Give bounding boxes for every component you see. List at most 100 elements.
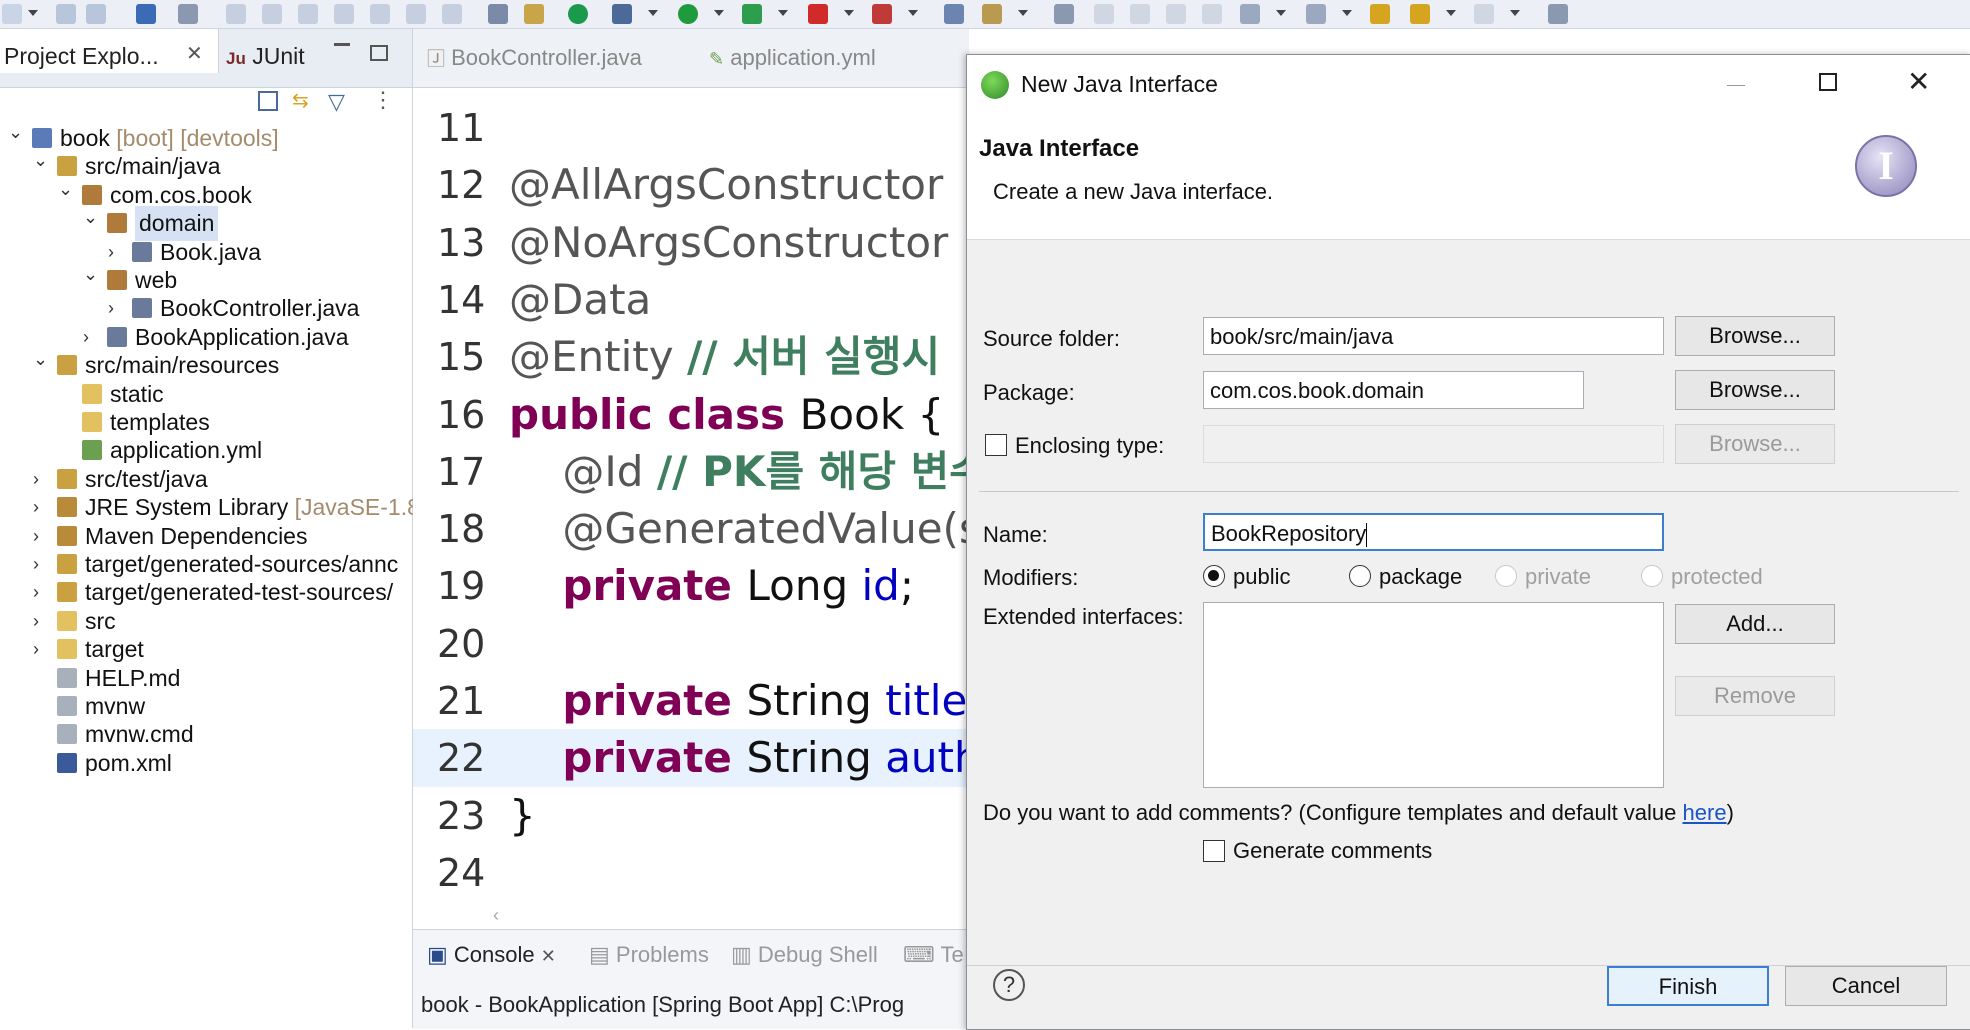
next-annotation-dropdown-icon[interactable]: [1276, 10, 1286, 16]
comments-question-close: ): [1726, 800, 1734, 825]
editor-tab-bookcontroller[interactable]: 🄹 BookController.java: [427, 45, 642, 71]
cancel-button[interactable]: Cancel: [1785, 966, 1947, 1006]
previous-annotation-dropdown-icon[interactable]: [1342, 10, 1352, 16]
previous-annotation-icon[interactable]: [1306, 4, 1326, 24]
finish-button[interactable]: Finish: [1607, 966, 1769, 1006]
link-with-editor-icon[interactable]: ⇆: [292, 91, 314, 111]
collapse-all-icon[interactable]: [258, 91, 278, 111]
code-text: @AllArgsConstructor: [509, 160, 944, 210]
debug-skip-icon[interactable]: [178, 4, 198, 24]
filter-icon[interactable]: ▽: [328, 89, 345, 115]
terminal-icon[interactable]: [136, 4, 156, 24]
search-icon[interactable]: [982, 4, 1002, 24]
chevron-right-icon[interactable]: ›: [108, 235, 114, 270]
tab-project-explorer[interactable]: Project Explo... ✕: [0, 29, 219, 73]
configure-templates-link[interactable]: here: [1683, 800, 1727, 825]
disconnect-icon[interactable]: [334, 4, 354, 24]
run-dropdown-icon[interactable]: [714, 10, 724, 16]
spring-boot-dashboard-icon[interactable]: [568, 4, 588, 24]
help-icon[interactable]: ?: [993, 969, 1025, 1001]
maximize-icon[interactable]: [1819, 73, 1837, 91]
step-over-icon[interactable]: [406, 4, 426, 24]
maximize-perspective-icon[interactable]: [1548, 4, 1568, 24]
comments-question: Do you want to add comments? (Configure …: [983, 800, 1734, 826]
chevron-down-icon[interactable]: ⌄: [33, 342, 48, 377]
chevron-down-icon[interactable]: ⌄: [83, 200, 98, 235]
use-step-filters-icon[interactable]: [488, 4, 508, 24]
view-menu-icon[interactable]: ⋮: [372, 87, 394, 113]
last-edit-icon[interactable]: [1370, 4, 1390, 24]
open-perspective-icon[interactable]: [944, 4, 964, 24]
toggle-whitespace-icon[interactable]: [1166, 4, 1186, 24]
step-into-icon[interactable]: [370, 4, 390, 24]
back-icon[interactable]: [1410, 4, 1430, 24]
suspend-icon[interactable]: [262, 4, 282, 24]
search-dropdown-icon[interactable]: [1018, 10, 1028, 16]
chevron-down-icon[interactable]: ⌄: [83, 257, 98, 292]
minimize-icon[interactable]: [334, 43, 350, 46]
stop-icon[interactable]: [808, 4, 828, 24]
coverage-dropdown-icon[interactable]: [778, 10, 788, 16]
step-return-icon[interactable]: [442, 4, 462, 24]
save-icon[interactable]: [56, 4, 76, 24]
close-icon[interactable]: ✕: [186, 41, 203, 66]
java-file-icon: [132, 241, 152, 262]
run-icon[interactable]: [678, 4, 698, 24]
code-line: 17 @Id // PK를 해당 변수: [413, 443, 969, 501]
forward-dropdown-icon[interactable]: [1510, 10, 1520, 16]
tab-problems[interactable]: ▤ Problems: [589, 942, 709, 968]
close-icon[interactable]: ✕: [541, 946, 556, 966]
close-icon[interactable]: ✕: [1907, 65, 1930, 98]
external-tools-icon[interactable]: [872, 4, 892, 24]
new-dropdown-icon[interactable]: [28, 10, 38, 16]
back-dropdown-icon[interactable]: [1446, 10, 1456, 16]
source-folder-icon: [57, 468, 77, 489]
next-annotation-icon[interactable]: [1240, 4, 1260, 24]
save-all-icon[interactable]: [86, 4, 106, 24]
generate-comments-checkbox[interactable]: [1203, 840, 1225, 862]
scroll-left-icon[interactable]: ‹: [493, 905, 499, 926]
debug-shell-icon: ▥: [731, 942, 752, 967]
package-field[interactable]: com.cos.book.domain: [1203, 371, 1584, 409]
editor-tab-application-yml[interactable]: ✎ application.yml: [709, 45, 876, 71]
debug-icon[interactable]: [612, 4, 632, 24]
tab-console[interactable]: ▣ Console ✕: [427, 942, 556, 968]
source-folder-field[interactable]: book/src/main/java: [1203, 317, 1664, 355]
stop-dropdown-icon[interactable]: [844, 10, 854, 16]
name-field[interactable]: BookRepository: [1203, 513, 1664, 551]
code-area[interactable]: 11 12 @AllArgsConstructor 13 @NoArgsConstruc…: [413, 99, 969, 929]
folder-icon: [57, 610, 77, 631]
coverage-icon[interactable]: [742, 4, 762, 24]
tab-junit[interactable]: Ju JUnit: [226, 43, 305, 70]
pin-icon[interactable]: [1054, 4, 1074, 24]
add-interface-button[interactable]: Add...: [1675, 604, 1835, 644]
enclosing-type-checkbox[interactable]: [985, 434, 1007, 456]
name-field-value: BookRepository: [1211, 521, 1367, 546]
chevron-down-icon[interactable]: ⌄: [58, 172, 73, 207]
toggle-block-icon[interactable]: [1130, 4, 1150, 24]
chevron-down-icon[interactable]: ⌄: [33, 143, 48, 178]
line-number: 18: [437, 507, 486, 552]
chevron-right-icon[interactable]: ›: [108, 291, 114, 326]
maximize-icon[interactable]: [370, 45, 388, 61]
extended-interfaces-list[interactable]: [1203, 602, 1664, 788]
terminal-icon: ⌨: [903, 942, 935, 967]
modifier-public-radio[interactable]: [1203, 565, 1225, 587]
open-type-icon[interactable]: [524, 4, 544, 24]
chevron-down-icon[interactable]: ⌄: [8, 115, 23, 150]
terminate-icon[interactable]: [298, 4, 318, 24]
source-folder-browse-button[interactable]: Browse...: [1675, 316, 1835, 356]
new-icon[interactable]: [2, 4, 22, 24]
external-tools-dropdown-icon[interactable]: [908, 10, 918, 16]
forward-icon[interactable]: [1474, 4, 1494, 24]
resume-icon[interactable]: [226, 4, 246, 24]
debug-dropdown-icon[interactable]: [648, 10, 658, 16]
toggle-mark-icon[interactable]: [1094, 4, 1114, 24]
show-whitespace-icon[interactable]: [1202, 4, 1222, 24]
package-browse-button[interactable]: Browse...: [1675, 370, 1835, 410]
chevron-right-icon[interactable]: ›: [33, 632, 39, 667]
tab-debug-shell[interactable]: ▥ Debug Shell: [731, 942, 878, 968]
tab-terminal[interactable]: ⌨ Te: [903, 942, 964, 968]
modifier-package-radio[interactable]: [1349, 565, 1371, 587]
explorer-tab-bar: Project Explo... ✕ Ju JUnit: [0, 29, 412, 88]
